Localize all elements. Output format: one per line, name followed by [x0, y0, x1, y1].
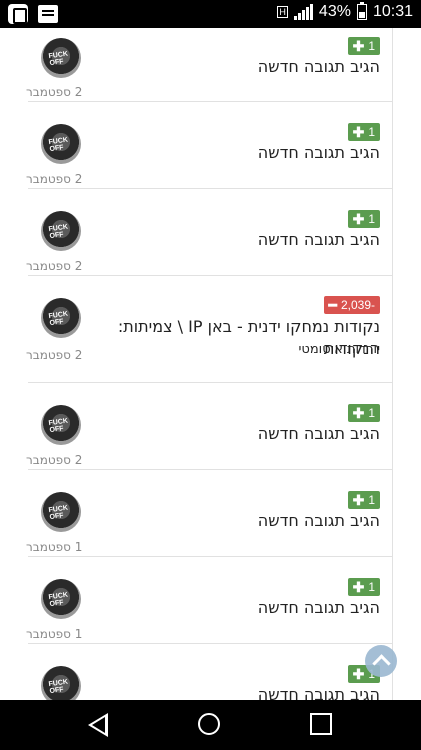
item-title: הגיב תגובה חדשה — [257, 57, 380, 76]
list-item[interactable]: FUCK OFF ✚1 הגיב תגובה חדשה — [28, 644, 392, 700]
status-bar: H 43% 10:31 — [0, 0, 421, 28]
scroll-to-top-button[interactable] — [365, 645, 397, 677]
avatar[interactable]: FUCK OFF — [41, 492, 81, 532]
clock: 10:31 — [372, 3, 413, 20]
battery-percent: 43% — [318, 3, 351, 20]
item-date: 2 ספטמבר — [26, 172, 83, 186]
avatar[interactable]: FUCK OFF — [41, 579, 81, 619]
plus-icon: ✚ — [352, 211, 365, 227]
battery-icon — [356, 2, 367, 20]
item-date: 2 ספטמבר — [26, 348, 83, 362]
item-title: הגיב תגובה חדשה — [257, 143, 380, 162]
plus-icon: ✚ — [352, 405, 365, 421]
plus-icon: ✚ — [352, 38, 365, 54]
avatar[interactable]: FUCK OFF — [41, 405, 81, 445]
item-title: הגיב תגובה חדשה — [257, 511, 380, 530]
notification-icons — [8, 4, 58, 24]
activity-feed: FUCK OFF ✚ 1 הגיב תגובה חדשה 2 ספטמבר FUC… — [0, 28, 421, 700]
points-badge: ✚1 — [347, 123, 380, 141]
avatar[interactable]: FUCK OFF — [41, 38, 81, 78]
app-notification-icon — [8, 4, 28, 24]
activity-list: FUCK OFF ✚ 1 הגיב תגובה חדשה 2 ספטמבר FUC… — [26, 28, 393, 700]
recent-apps-icon[interactable] — [310, 713, 332, 735]
list-item[interactable]: FUCK OFF ━ 2,039- נקודות נמחקו ידנית - בא… — [26, 276, 392, 383]
avatar[interactable]: FUCK OFF — [41, 124, 81, 164]
item-date: 2 ספטמבר — [26, 453, 83, 467]
plus-icon: ✚ — [352, 124, 365, 140]
points-badge: ✚1 — [347, 404, 380, 422]
item-title-continued: יורדות אוטומטי — [298, 342, 380, 357]
list-item[interactable]: FUCK OFF ✚ 1 הגיב תגובה חדשה 1 ספטמבר — [26, 557, 392, 644]
points-badge: ✚1 — [347, 578, 380, 596]
back-icon[interactable] — [88, 713, 108, 737]
item-date: 2 ספטמבר — [26, 259, 83, 273]
system-indicators: H 43% 10:31 — [277, 2, 413, 21]
minus-icon: ━ — [328, 297, 337, 313]
item-title: הגיב תגובה חדשה — [257, 230, 380, 249]
plus-icon: ✚ — [352, 492, 365, 508]
item-date: 1 ספטמבר — [26, 540, 83, 554]
network-type-icon: H — [277, 6, 288, 18]
list-item[interactable]: FUCK OFF ✚ 1 הגיב תגובה חדשה 2 ספטמבר — [26, 102, 392, 189]
points-badge: ✚1 — [347, 37, 380, 55]
message-notification-icon — [38, 5, 58, 23]
list-item[interactable]: FUCK OFF ✚ 1 הגיב תגובה חדשה 2 ספטמבר — [26, 28, 392, 102]
item-title: הגיב תגובה חדשה — [257, 598, 380, 617]
list-item[interactable]: FUCK OFF ✚ 1 הגיב תגובה חדשה 2 ספטמבר — [26, 383, 392, 470]
item-title: הגיב תגובה חדשה — [257, 685, 380, 700]
item-date: 1 ספטמבר — [26, 627, 83, 641]
item-title: הגיב תגובה חדשה — [257, 424, 380, 443]
points-badge: ━ 2,039- — [323, 296, 380, 314]
avatar[interactable]: FUCK OFF — [41, 211, 81, 251]
signal-icon — [293, 4, 313, 20]
home-icon[interactable] — [198, 713, 220, 735]
plus-icon: ✚ — [352, 666, 365, 682]
points-badge: ✚1 — [347, 210, 380, 228]
list-item[interactable]: FUCK OFF ✚ 1 הגיב תגובה חדשה 2 ספטמבר — [26, 189, 392, 276]
points-badge: ✚1 — [347, 491, 380, 509]
navigation-bar — [0, 700, 421, 750]
avatar[interactable]: FUCK OFF — [41, 666, 81, 700]
plus-icon: ✚ — [352, 579, 365, 595]
item-date: 2 ספטמבר — [26, 85, 83, 99]
list-item[interactable]: FUCK OFF ✚ 1 הגיב תגובה חדשה 1 ספטמבר — [26, 470, 392, 557]
